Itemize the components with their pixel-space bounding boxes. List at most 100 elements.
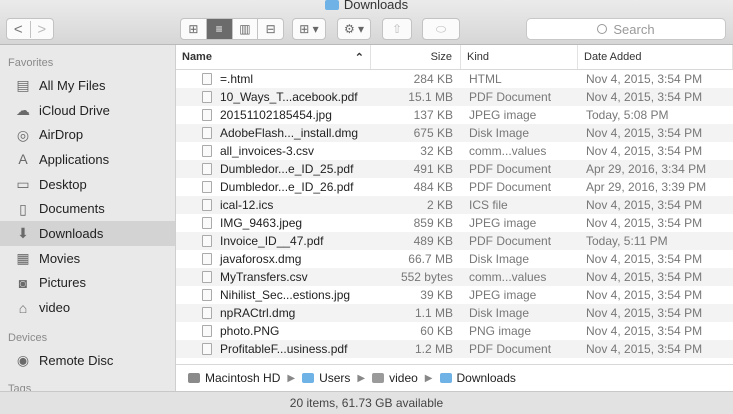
sidebar-item-label: video [39, 300, 71, 316]
file-name-cell: Nihilist_Sec...estions.jpg [176, 288, 371, 302]
table-row[interactable]: 10_Ways_T...acebook.pdf 15.1 MB PDF Docume… [176, 88, 733, 106]
file-name-cell: all_invoices-3.csv [176, 144, 371, 158]
table-row[interactable]: ical-12.ics 2 KB ICS file Nov 4, 2015, 3:54… [176, 196, 733, 214]
file-name: ical-12.ics [220, 198, 274, 212]
file-name-cell: 20151102185454.jpg [176, 108, 371, 122]
table-row[interactable]: photo.PNG 60 KB PNG image Nov 4, 2015, 3:54… [176, 322, 733, 340]
file-icon [202, 127, 212, 139]
file-name-cell: npRACtrl.dmg [176, 306, 371, 320]
file-kind: ICS file [469, 198, 508, 212]
sidebar-item-video[interactable]: ⌂ video [0, 295, 175, 320]
sidebar-item-remote-disc[interactable]: ◉ Remote Disc [0, 348, 175, 373]
file-list-pane: Name ⌃ Size Kind Date Added =.html 284 KB… [176, 45, 733, 391]
window-title: Downloads [0, 0, 733, 12]
sidebar-item-desktop[interactable]: ▭ Desktop [0, 172, 175, 197]
sidebar-item-label: AirDrop [39, 127, 84, 143]
file-size: 489 KB [413, 234, 453, 248]
file-size: 284 KB [413, 72, 453, 86]
path-segment-users[interactable]: Users [302, 371, 350, 385]
arrange-button[interactable]: ⊞ ▾ [292, 18, 326, 40]
file-name: IMG_9463.jpeg [220, 216, 303, 230]
file-date-added: Nov 4, 2015, 3:54 PM [586, 144, 703, 158]
disc-icon: ◉ [16, 352, 30, 369]
back-button[interactable]: < [7, 21, 30, 38]
table-row[interactable]: IMG_9463.jpeg 859 KB JPEG image Nov 4, 2015… [176, 214, 733, 232]
date-added-column-header[interactable]: Date Added [578, 45, 733, 69]
file-icon [202, 73, 212, 85]
table-row[interactable]: npRACtrl.dmg 1.1 MB Disk Image Nov 4, 2015,… [176, 304, 733, 322]
sidebar-item-applications[interactable]: A Applications [0, 147, 175, 172]
file-name: photo.PNG [220, 324, 280, 338]
table-row[interactable]: Dumbledor...e_ID_26.pdf 484 KB PDF Documen… [176, 178, 733, 196]
sidebar-item-airdrop[interactable]: ◎ AirDrop [0, 122, 175, 147]
file-date-added: Apr 29, 2016, 3:34 PM [586, 162, 707, 176]
action-button[interactable]: ⚙ ▾ [337, 18, 371, 40]
table-row[interactable]: Nihilist_Sec...estions.jpg 39 KB JPEG imag… [176, 286, 733, 304]
table-row[interactable]: 20151102185454.jpg 137 KB JPEG image Today,… [176, 106, 733, 124]
file-name-cell: Invoice_ID__47.pdf [176, 234, 371, 248]
cover-flow-button[interactable]: ⊟ [257, 19, 283, 39]
table-row[interactable]: MyTransfers.csv 552 bytes comm...values Nov… [176, 268, 733, 286]
path-bar: Macintosh HD ▶ Users ▶ video ▶ Downloads [176, 364, 733, 391]
sidebar-item-label: Applications [39, 151, 110, 167]
file-kind: PDF Document [469, 234, 552, 248]
file-name: Dumbledor...e_ID_26.pdf [220, 180, 354, 194]
file-name-cell: IMG_9463.jpeg [176, 216, 371, 230]
table-row[interactable]: AdobeFlash..._install.dmg 675 KB Disk Imag… [176, 124, 733, 142]
favorites-list: ▤ All My Files ☁ iCloud Drive ◎ AirDrop A Appli… [0, 73, 175, 320]
kind-column-header[interactable]: Kind [461, 45, 578, 69]
sidebar-item-pictures[interactable]: ◙ Pictures [0, 271, 175, 296]
search-placeholder: Search [613, 21, 655, 37]
search-field[interactable]: Search [526, 18, 726, 40]
file-icon [202, 181, 212, 193]
file-name: MyTransfers.csv [220, 270, 308, 284]
size-column-header[interactable]: Size [371, 45, 461, 69]
file-name: Invoice_ID__47.pdf [220, 234, 324, 248]
file-size: 552 bytes [400, 270, 453, 284]
file-icon [202, 145, 212, 157]
icon-view-button[interactable]: ⊞ [181, 19, 206, 39]
file-name-cell: ical-12.ics [176, 198, 371, 212]
sidebar-item-label: Movies [39, 250, 81, 266]
file-name: javaforosx.dmg [220, 252, 302, 266]
sidebar-item-documents[interactable]: ▯ Documents [0, 196, 175, 221]
sidebar-item-label: All My Files [39, 77, 106, 93]
tags-button[interactable]: ⬭ [422, 18, 460, 40]
sidebar-item-movies[interactable]: ▦ Movies [0, 246, 175, 271]
table-row[interactable]: Invoice_ID__47.pdf 489 KB PDF Document Toda… [176, 232, 733, 250]
table-row[interactable]: =.html 284 KB HTML Nov 4, 2015, 3:54 PM [176, 70, 733, 88]
file-icon [202, 217, 212, 229]
sidebar-section-favorites: Favorites [8, 57, 54, 69]
file-kind: JPEG image [469, 108, 537, 122]
file-icon [202, 235, 212, 247]
file-kind: PDF Document [469, 342, 552, 356]
file-name: Dumbledor...e_ID_25.pdf [220, 162, 354, 176]
share-button[interactable]: ⇧ [382, 18, 412, 40]
sidebar-item-label: Pictures [39, 275, 86, 291]
path-segment-video[interactable]: video [372, 371, 418, 385]
title-bar: Downloads < > ⊞ ≡ ▥ ⊟ ⊞ ▾ ⚙ ▾ ⇧ ⬭ Search [0, 0, 733, 45]
file-size: 491 KB [413, 162, 453, 176]
table-row[interactable]: ProfitableF...usiness.pdf 1.2 MB PDF Docum… [176, 340, 733, 358]
file-name-cell: javaforosx.dmg [176, 252, 371, 266]
path-segment-macintosh-hd[interactable]: Macintosh HD [188, 371, 280, 385]
table-row[interactable]: Dumbledor...e_ID_25.pdf 491 KB PDF Documen… [176, 160, 733, 178]
file-date-added: Nov 4, 2015, 3:54 PM [586, 270, 703, 284]
file-date-added: Nov 4, 2015, 3:54 PM [586, 198, 703, 212]
file-size: 484 KB [413, 180, 453, 194]
column-view-button[interactable]: ▥ [231, 19, 258, 39]
path-segment-downloads[interactable]: Downloads [439, 371, 516, 385]
sidebar-item-downloads[interactable]: ⬇ Downloads [0, 221, 175, 246]
sidebar-item-icloud-drive[interactable]: ☁ iCloud Drive [0, 98, 175, 123]
table-row[interactable]: all_invoices-3.csv 32 KB comm...values Nov … [176, 142, 733, 160]
sidebar-item-all-my-files[interactable]: ▤ All My Files [0, 73, 175, 98]
file-kind: PNG image [469, 324, 532, 338]
file-icon [202, 91, 212, 103]
navigation-buttons: < > [6, 18, 54, 40]
list-view-button[interactable]: ≡ [205, 19, 232, 39]
table-row[interactable]: javaforosx.dmg 66.7 MB Disk Image Nov 4, 20… [176, 250, 733, 268]
file-name-cell: Dumbledor...e_ID_25.pdf [176, 162, 371, 176]
forward-button[interactable]: > [29, 20, 54, 38]
movies-icon: ▦ [16, 250, 30, 267]
name-column-header[interactable]: Name ⌃ [176, 45, 371, 69]
